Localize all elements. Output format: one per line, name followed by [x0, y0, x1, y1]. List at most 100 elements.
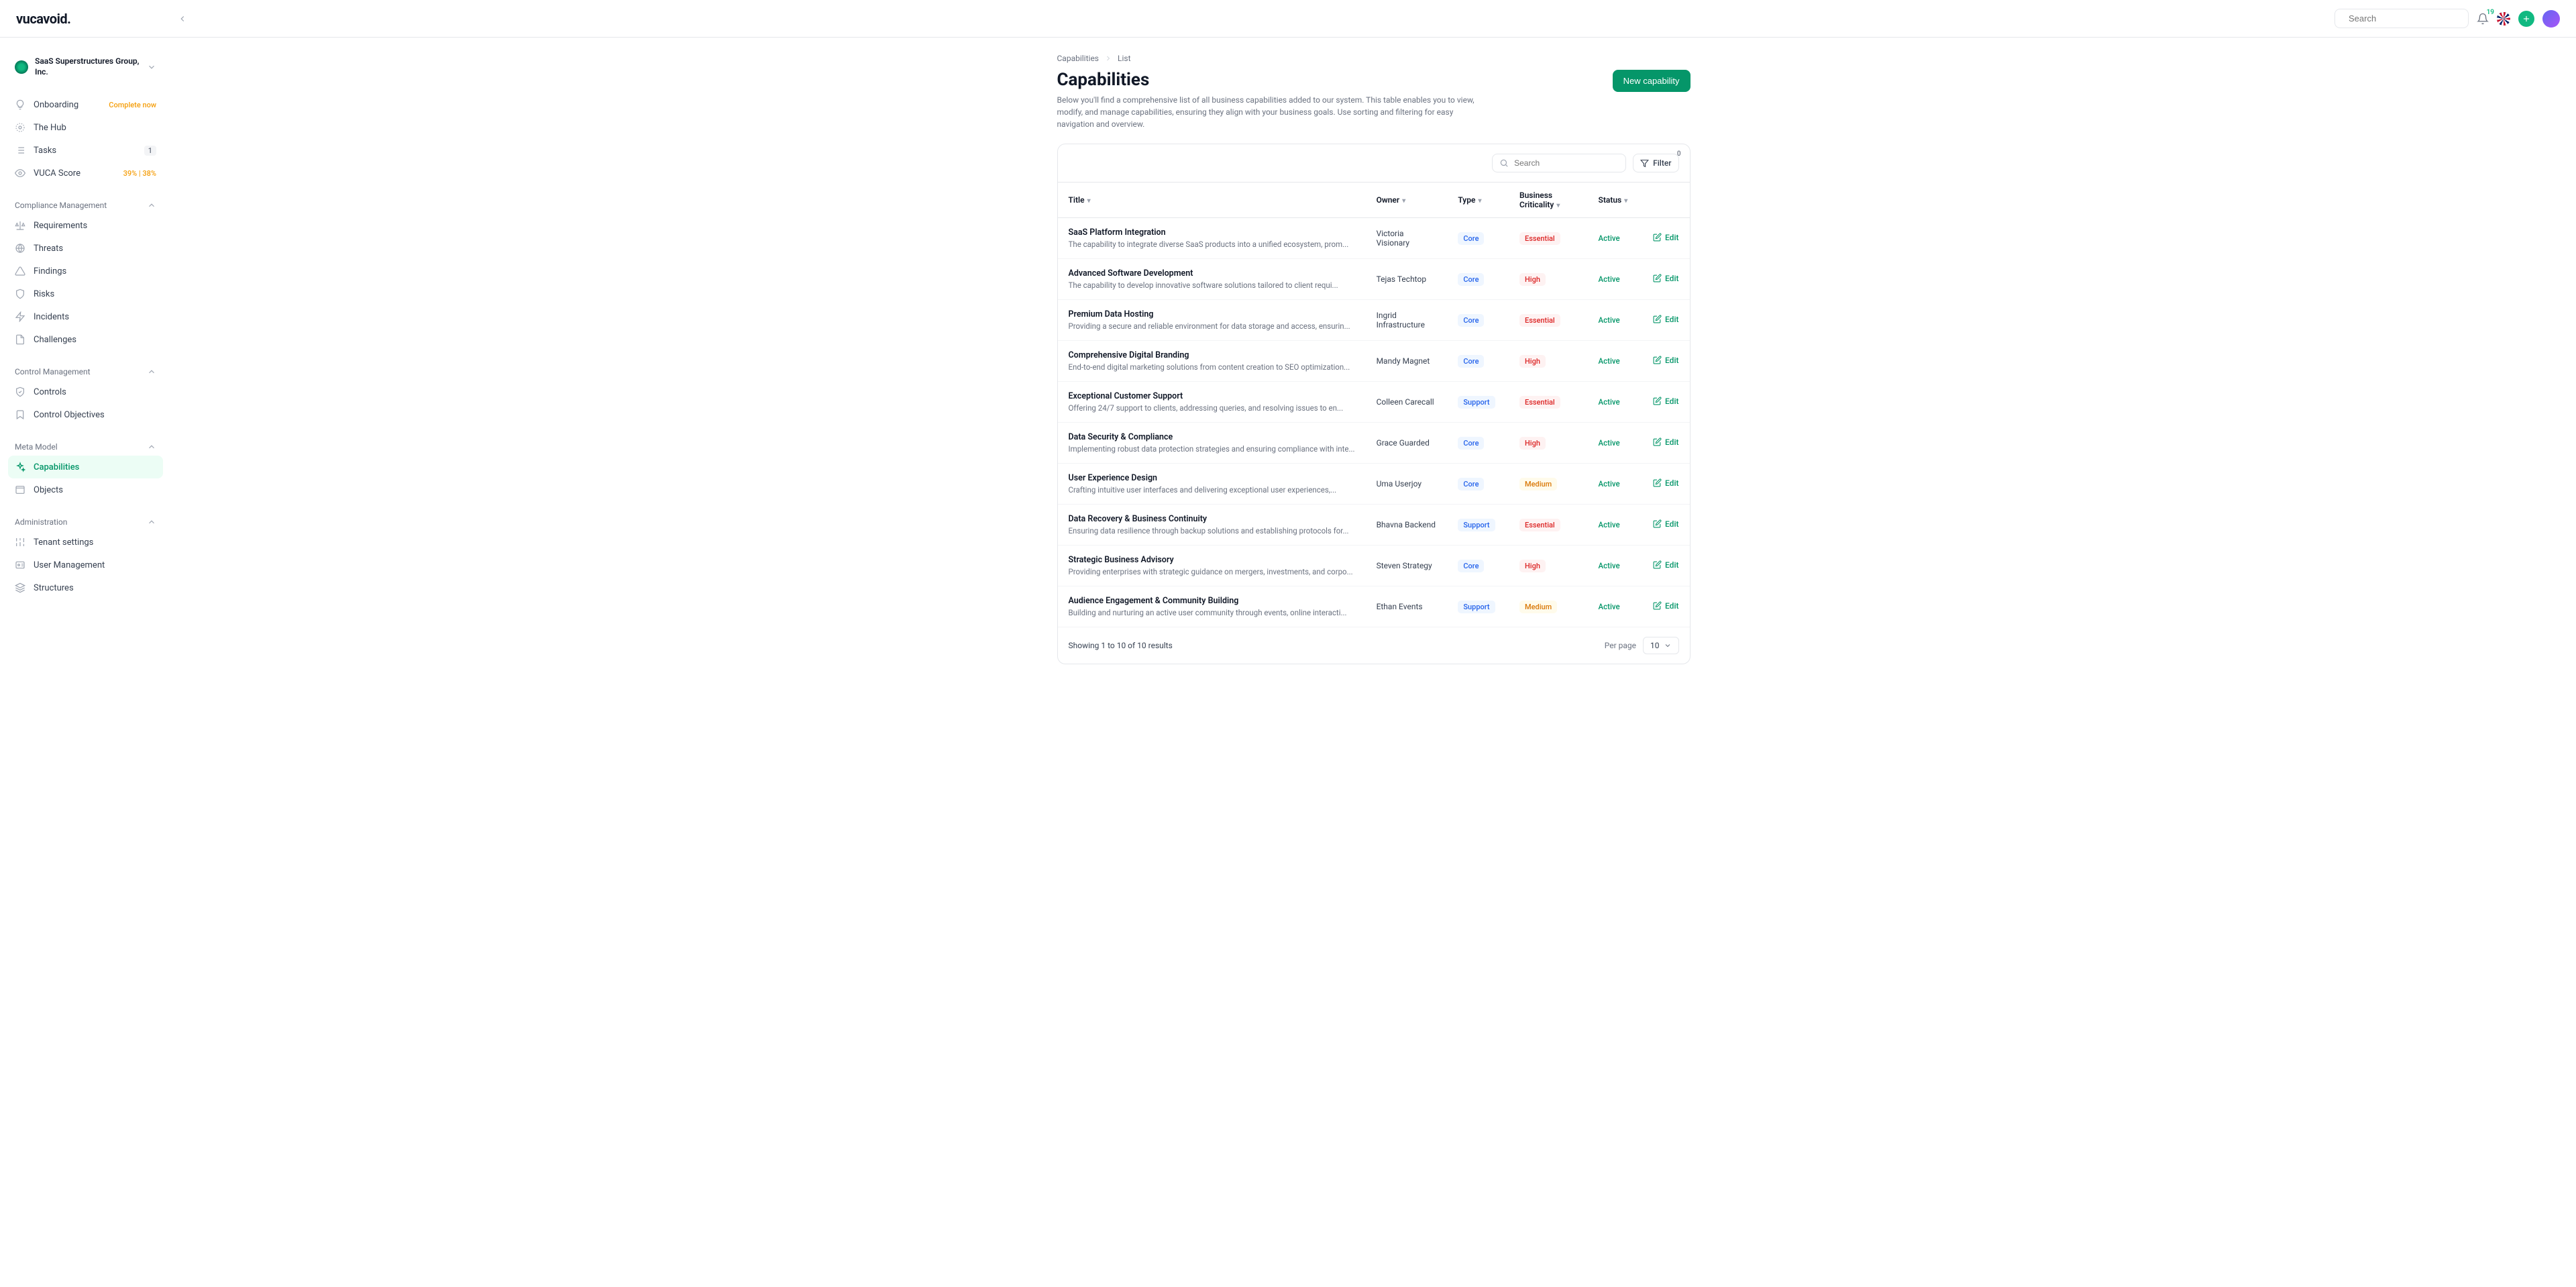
sidebar-item-structures[interactable]: Structures	[8, 576, 163, 599]
row-owner: Tejas Techtop	[1366, 259, 1448, 300]
criticality-pill: High	[1519, 560, 1546, 572]
type-pill: Support	[1458, 601, 1495, 613]
tenant-switcher[interactable]: SaaS Superstructures Group, Inc.	[8, 51, 163, 83]
filter-label: Filter	[1653, 158, 1671, 168]
col-type[interactable]: Type▾	[1447, 183, 1509, 218]
edit-button[interactable]: Edit	[1653, 315, 1678, 324]
sidebar-item-user-management[interactable]: User Management	[8, 554, 163, 576]
sidebar-item-control-objectives[interactable]: Control Objectives	[8, 403, 163, 426]
row-owner: Bhavna Backend	[1366, 505, 1448, 546]
edit-icon	[1653, 560, 1662, 569]
chevron-down-icon	[147, 62, 156, 72]
notifications-button[interactable]: 19	[2477, 13, 2489, 25]
col-status[interactable]: Status▾	[1588, 183, 1642, 218]
sidebar-item-incidents[interactable]: Incidents	[8, 305, 163, 328]
edit-button[interactable]: Edit	[1653, 478, 1678, 488]
edit-button[interactable]: Edit	[1653, 397, 1678, 406]
row-title: Audience Engagement & Community Building	[1069, 596, 1355, 606]
type-pill: Support	[1458, 396, 1495, 409]
per-page-select[interactable]: 10	[1643, 637, 1679, 654]
new-capability-button[interactable]: New capability	[1613, 70, 1690, 92]
tasks-icon	[15, 145, 25, 156]
edit-button[interactable]: Edit	[1653, 560, 1678, 570]
section-meta-model[interactable]: Meta Model	[8, 435, 163, 456]
table-row[interactable]: Exceptional Customer Support Offering 24…	[1058, 382, 1690, 423]
language-flag-uk[interactable]	[2497, 12, 2510, 25]
edit-button[interactable]: Edit	[1653, 519, 1678, 529]
capabilities-card: Filter 0 Title▾ Owner▾ Type▾ Business Cr…	[1057, 144, 1690, 664]
criticality-pill: High	[1519, 273, 1546, 286]
sidebar-item-risks[interactable]: Risks	[8, 282, 163, 305]
nav-label: Risks	[34, 289, 54, 299]
row-description: Ensuring data resilience through backup …	[1069, 526, 1355, 535]
edit-icon	[1653, 397, 1662, 405]
nav-label: Findings	[34, 266, 66, 276]
sidebar-item-controls[interactable]: Controls	[8, 380, 163, 403]
table-row[interactable]: Comprehensive Digital Branding End-to-en…	[1058, 341, 1690, 382]
sidebar-item-challenges[interactable]: Challenges	[8, 328, 163, 351]
sidebar-item-vuca-score[interactable]: VUCA Score 39% | 38%	[8, 162, 163, 185]
shield-icon	[15, 289, 25, 299]
sidebar-item-tenant-settings[interactable]: Tenant settings	[8, 531, 163, 554]
box-icon	[15, 484, 25, 495]
table-row[interactable]: User Experience Design Crafting intuitiv…	[1058, 464, 1690, 505]
edit-button[interactable]: Edit	[1653, 437, 1678, 447]
sidebar-item-hub[interactable]: The Hub	[8, 116, 163, 139]
row-title: SaaS Platform Integration	[1069, 227, 1355, 238]
logo[interactable]: vucavoid.	[16, 11, 70, 27]
sidebar-item-onboarding[interactable]: Onboarding Complete now	[8, 93, 163, 116]
breadcrumb-parent[interactable]: Capabilities	[1057, 54, 1099, 63]
edit-icon	[1653, 233, 1662, 242]
sidebar-collapse-button[interactable]	[175, 11, 190, 26]
sidebar-item-capabilities[interactable]: Capabilities	[8, 456, 163, 478]
global-search-input[interactable]	[2349, 13, 2467, 23]
table-row[interactable]: SaaS Platform Integration The capability…	[1058, 218, 1690, 259]
criticality-pill: Essential	[1519, 519, 1560, 531]
sidebar-item-threats[interactable]: Threats	[8, 237, 163, 260]
row-owner: Victoria Visionary	[1366, 218, 1448, 259]
edit-button[interactable]: Edit	[1653, 601, 1678, 611]
table-row[interactable]: Advanced Software Development The capabi…	[1058, 259, 1690, 300]
type-pill: Core	[1458, 560, 1484, 572]
table-row[interactable]: Data Recovery & Business Continuity Ensu…	[1058, 505, 1690, 546]
table-search[interactable]	[1492, 154, 1626, 172]
filter-button[interactable]: Filter 0	[1633, 154, 1678, 172]
edit-button[interactable]: Edit	[1653, 233, 1678, 242]
nav-label: User Management	[34, 560, 105, 570]
col-title[interactable]: Title▾	[1058, 183, 1366, 218]
table-row[interactable]: Audience Engagement & Community Building…	[1058, 586, 1690, 627]
add-button[interactable]	[2518, 11, 2534, 27]
edit-button[interactable]: Edit	[1653, 356, 1678, 365]
section-compliance[interactable]: Compliance Management	[8, 194, 163, 214]
per-page-label: Per page	[1605, 641, 1636, 650]
type-pill: Core	[1458, 273, 1484, 286]
table-row[interactable]: Data Security & Compliance Implementing …	[1058, 423, 1690, 464]
edit-icon	[1653, 519, 1662, 528]
sidebar-item-requirements[interactable]: Requirements	[8, 214, 163, 237]
sidebar-item-findings[interactable]: Findings	[8, 260, 163, 282]
col-owner[interactable]: Owner▾	[1366, 183, 1448, 218]
row-description: Providing enterprises with strategic gui…	[1069, 567, 1355, 576]
nav-label: Threats	[34, 244, 63, 254]
nav-label: VUCA Score	[34, 168, 80, 178]
table-search-input[interactable]	[1514, 158, 1619, 168]
sidebar-item-objects[interactable]: Objects	[8, 478, 163, 501]
edit-button[interactable]: Edit	[1653, 274, 1678, 283]
chevron-left-icon	[178, 14, 187, 23]
edit-icon	[1653, 601, 1662, 610]
row-description: Building and nurturing an active user co…	[1069, 608, 1355, 617]
sort-icon: ▾	[1556, 202, 1560, 209]
section-administration[interactable]: Administration	[8, 511, 163, 531]
user-avatar[interactable]	[2542, 10, 2560, 28]
table-row[interactable]: Strategic Business Advisory Providing en…	[1058, 546, 1690, 586]
row-description: Offering 24/7 support to clients, addres…	[1069, 403, 1355, 413]
notification-count: 19	[2487, 9, 2494, 16]
chevron-up-icon	[147, 442, 156, 452]
col-criticality[interactable]: Business Criticality▾	[1509, 183, 1588, 218]
edit-icon	[1653, 437, 1662, 446]
sidebar-item-tasks[interactable]: Tasks 1	[8, 139, 163, 162]
global-search[interactable]	[2334, 9, 2469, 28]
page-title: Capabilities	[1057, 70, 1487, 90]
table-row[interactable]: Premium Data Hosting Providing a secure …	[1058, 300, 1690, 341]
section-control[interactable]: Control Management	[8, 360, 163, 380]
